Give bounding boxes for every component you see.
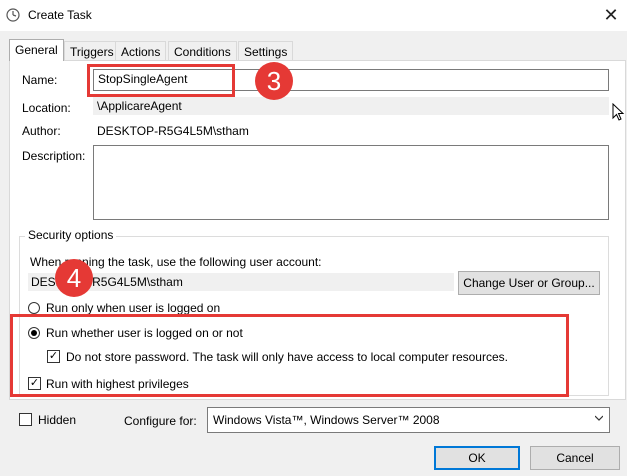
configure-for-value: Windows Vista™, Windows Server™ 2008 (213, 413, 440, 427)
configure-for-select[interactable]: Windows Vista™, Windows Server™ 2008 (207, 407, 610, 433)
security-options-title: Security options (25, 228, 117, 242)
tab-general[interactable]: General (9, 39, 64, 61)
author-value: DESKTOP-R5G4L5M\stham (97, 124, 249, 138)
radio-run-only-logged-on-label: Run only when user is logged on (46, 301, 221, 315)
author-label: Author: (22, 124, 61, 138)
close-icon[interactable]: ✕ (598, 4, 624, 26)
window-title: Create Task (28, 8, 92, 22)
chevron-down-icon (595, 415, 603, 421)
tab-settings[interactable]: Settings (238, 41, 294, 61)
step-badge-3: 3 (255, 62, 293, 100)
callout-box-run-options (10, 314, 569, 397)
task-scheduler-icon (6, 8, 20, 22)
tab-conditions[interactable]: Conditions (168, 41, 237, 61)
checkbox-hidden[interactable] (19, 413, 32, 426)
tab-actions[interactable]: Actions (115, 41, 167, 61)
description-label: Description: (22, 149, 86, 163)
configure-for-label: Configure for: (124, 414, 197, 428)
radio-run-only-logged-on[interactable] (28, 302, 40, 314)
description-field[interactable] (93, 145, 609, 220)
title-bar (0, 0, 627, 31)
change-user-button[interactable]: Change User or Group... (458, 271, 600, 295)
location-label: Location: (22, 101, 71, 115)
ok-button[interactable]: OK (434, 446, 520, 470)
step-badge-4: 4 (55, 259, 93, 297)
name-label: Name: (22, 73, 58, 87)
location-value: \ApplicareAgent (93, 97, 609, 115)
mouse-cursor-icon (612, 103, 625, 121)
tab-triggers[interactable]: Triggers (64, 41, 120, 61)
cancel-button[interactable]: Cancel (530, 446, 620, 470)
callout-box-name (87, 64, 235, 97)
checkbox-hidden-label: Hidden (38, 413, 77, 427)
